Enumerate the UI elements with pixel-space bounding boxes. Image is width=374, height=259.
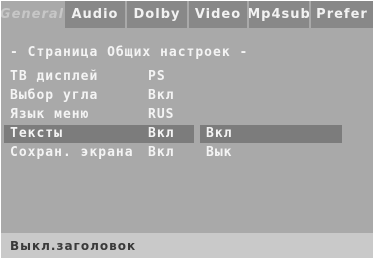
setting-row-tv-display[interactable]: ТВ дисплей PS: [1, 68, 373, 86]
setting-value: PS: [148, 69, 166, 84]
tab-bar: General Audio Dolby Video Mp4sub Prefer: [1, 1, 373, 28]
setting-row-screensaver[interactable]: Сохран. экрана Вкл Вык: [1, 144, 373, 162]
submenu-option-on[interactable]: Вкл: [206, 125, 232, 143]
status-bar: Выкл.заголовок: [1, 233, 373, 258]
setting-value: RUS: [148, 107, 175, 122]
setting-row-menu-language[interactable]: Язык меню RUS: [1, 106, 373, 124]
tab-mp4sub[interactable]: Mp4sub: [249, 1, 311, 28]
setting-row-subtitles[interactable]: Тексты Вкл Вкл: [1, 125, 373, 143]
setting-value: Вкл: [148, 145, 175, 160]
tab-dolby[interactable]: Dolby: [127, 1, 189, 28]
setting-label: Выбор угла: [10, 88, 99, 103]
setting-label: Тексты: [10, 126, 63, 141]
page-title: - Страница Общих настроек -: [10, 45, 249, 60]
tab-video[interactable]: Video: [189, 1, 249, 28]
tab-prefer[interactable]: Prefer: [311, 1, 373, 28]
setting-value: Вкл: [148, 88, 175, 103]
setting-label: ТВ дисплей: [10, 69, 99, 84]
setting-label: Язык меню: [10, 107, 90, 122]
submenu-option-off[interactable]: Вык: [206, 144, 232, 162]
setting-row-angle[interactable]: Выбор угла Вкл: [1, 87, 373, 105]
osd-screen: General Audio Dolby Video Mp4sub Prefer …: [1, 1, 373, 258]
tab-general[interactable]: General: [1, 1, 65, 28]
setting-label: Сохран. экрана: [10, 145, 134, 160]
status-text: Выкл.заголовок: [10, 239, 137, 253]
setting-value: Вкл: [148, 126, 175, 141]
tab-audio[interactable]: Audio: [65, 1, 127, 28]
